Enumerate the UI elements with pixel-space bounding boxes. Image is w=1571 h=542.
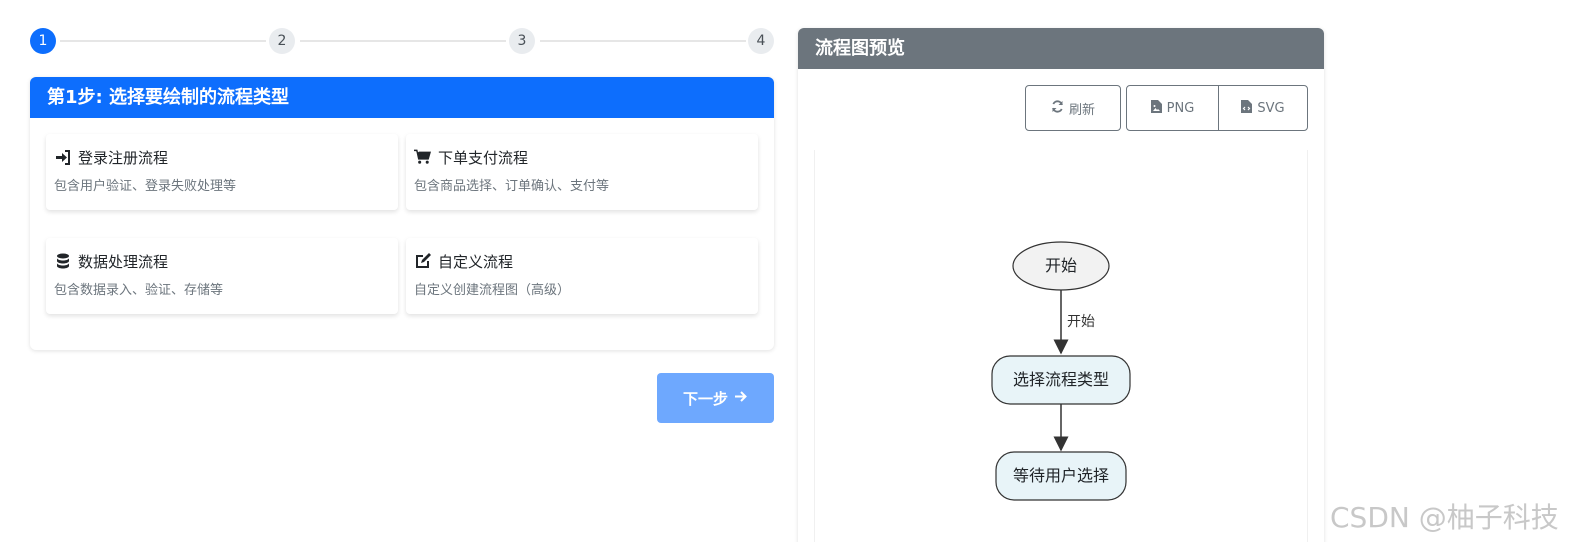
flowchart-preview-panel: 流程图预览 刷新 PNG SVG 开始 开始 选择流程类型 等待用户选择 [798, 28, 1324, 542]
node-label: 开始 [1045, 256, 1077, 275]
step-3[interactable]: 3 [509, 28, 535, 54]
refresh-label: 刷新 [1068, 102, 1095, 118]
step-connector [60, 40, 266, 42]
edge-label: 开始 [1067, 314, 1095, 330]
step-4[interactable]: 4 [748, 28, 774, 54]
export-svg-button[interactable]: SVG [1218, 85, 1308, 131]
file-code-icon [1241, 99, 1253, 117]
option-description: 包含商品选择、订单确认、支付等 [414, 179, 610, 194]
option-title: 自定义流程 [438, 252, 514, 271]
option-title: 下单支付流程 [438, 148, 529, 167]
option-data-processing-flow[interactable]: 数据处理流程 包含数据录入、验证、存储等 [46, 238, 398, 314]
option-login-flow[interactable]: 登录注册流程 包含用户验证、登录失败处理等 [46, 134, 398, 210]
flowchart-canvas: 开始 开始 选择流程类型 等待用户选择 [814, 150, 1308, 542]
next-step-button[interactable]: 下一步 [657, 373, 774, 423]
refresh-button[interactable]: 刷新 [1025, 85, 1121, 131]
option-description: 包含用户验证、登录失败处理等 [54, 179, 237, 194]
png-label: PNG [1166, 100, 1195, 116]
preview-title: 流程图预览 [798, 28, 1324, 69]
option-description: 包含数据录入、验证、存储等 [54, 283, 224, 298]
step-connector [300, 40, 506, 42]
refresh-icon [1051, 99, 1064, 117]
next-step-label: 下一步 [682, 389, 728, 408]
option-title: 登录注册流程 [78, 148, 169, 167]
option-custom-flow[interactable]: 自定义流程 自定义创建流程图（高级） [406, 238, 758, 314]
step-card-title: 第1步: 选择要绘制的流程类型 [30, 77, 774, 118]
svg-label: SVG [1257, 100, 1285, 116]
database-icon [54, 253, 71, 269]
option-order-payment-flow[interactable]: 下单支付流程 包含商品选择、订单确认、支付等 [406, 134, 758, 210]
watermark: CSDN @柚子科技 [1330, 501, 1559, 534]
export-png-button[interactable]: PNG [1126, 85, 1219, 131]
step-1[interactable]: 1 [30, 28, 56, 54]
edit-icon [414, 253, 431, 269]
file-image-icon [1150, 99, 1162, 117]
sign-in-icon [54, 149, 71, 165]
step-card: 第1步: 选择要绘制的流程类型 登录注册流程 包含用户验证、登录失败处理等 下单… [30, 77, 774, 350]
node-label: 选择流程类型 [1013, 370, 1109, 389]
option-title: 数据处理流程 [78, 252, 169, 271]
option-description: 自定义创建流程图（高级） [414, 283, 571, 298]
step-2[interactable]: 2 [269, 28, 295, 54]
arrow-right-icon [734, 389, 748, 407]
node-label: 等待用户选择 [1013, 466, 1109, 485]
flowchart-diagram: 开始 开始 选择流程类型 等待用户选择 [991, 241, 1131, 501]
cart-icon [414, 149, 431, 165]
progress-stepper: 1 2 3 4 [30, 28, 774, 54]
step-connector [540, 40, 746, 42]
